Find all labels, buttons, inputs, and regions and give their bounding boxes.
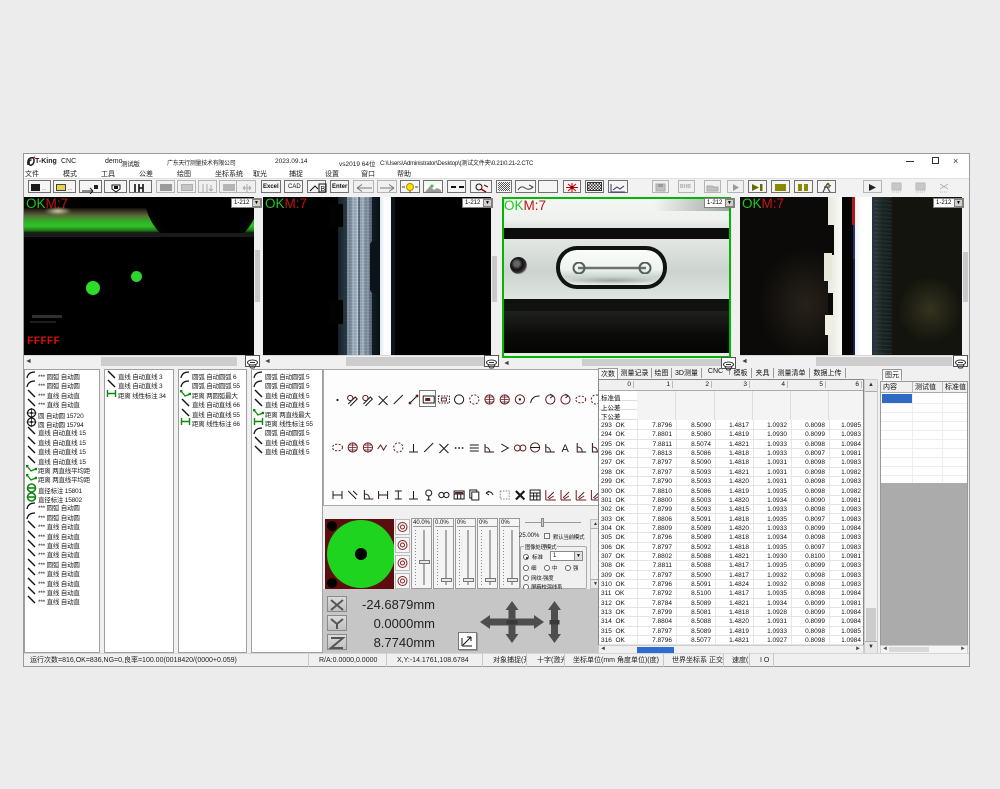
svg-text:A: A <box>562 443 570 455</box>
svg-text:B: B <box>321 186 326 193</box>
